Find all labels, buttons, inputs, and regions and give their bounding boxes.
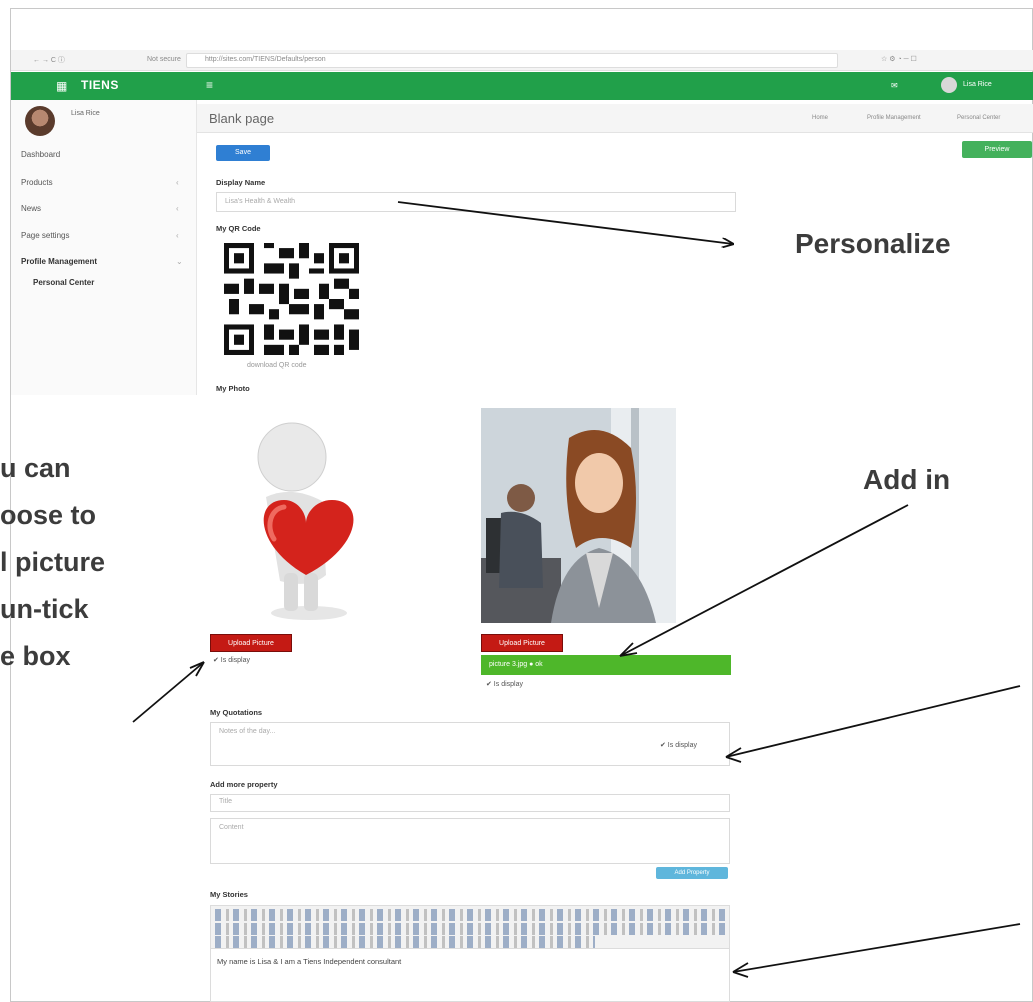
breadcrumb-personal: Personal Center <box>957 115 1001 121</box>
quotations-textarea[interactable]: Notes of the day... <box>210 722 730 766</box>
annotation-left-line-5: e box <box>0 641 71 671</box>
browser-nav-icons[interactable]: ← → C ⓘ <box>33 55 65 65</box>
sidebar-item-news[interactable]: News <box>21 204 41 213</box>
sidebar-item-page-settings[interactable]: Page settings <box>21 231 69 240</box>
uploaded-file-status: picture 3.jpg ● ok <box>481 655 731 675</box>
page-header: Blank page Home Profile Management Perso… <box>197 104 1033 133</box>
chevron-left-icon: ‹ <box>176 204 179 213</box>
woman-portrait-photo <box>481 408 676 623</box>
quotations-display-checkbox[interactable]: ✔ Is display <box>660 741 697 749</box>
is-display-checkbox-2[interactable]: ✔ Is display <box>486 680 523 688</box>
is-display-checkbox-1[interactable]: ✔ Is display <box>213 656 250 664</box>
display-name-input[interactable]: Lisa's Health & Wealth <box>216 192 736 212</box>
browser-toolbar: ← → C ⓘ Not secure http://sites.com/TIEN… <box>11 50 1033 71</box>
url-text: http://sites.com/TIENS/Defaults/person <box>205 56 326 63</box>
add-property-button[interactable]: Add Property <box>656 867 728 879</box>
annotation-left-line-4: un-tick <box>0 594 89 624</box>
editor-toolbar-row-3[interactable] <box>215 936 595 948</box>
address-bar[interactable]: Not secure http://sites.com/TIENS/Defaul… <box>147 53 838 68</box>
security-label: Not secure <box>147 56 181 63</box>
annotation-left-line-3: l picture <box>0 547 106 577</box>
property-title-input[interactable]: Title <box>210 794 730 812</box>
editor-toolbar-row-1[interactable] <box>215 909 725 921</box>
user-avatar-icon[interactable] <box>941 77 957 93</box>
save-button[interactable]: Save <box>216 145 270 161</box>
menu-icon[interactable]: ≡ <box>206 78 213 92</box>
stories-label: My Stories <box>210 890 248 899</box>
tiens-logo-icon: ▦ <box>56 79 68 93</box>
qr-code-label: My QR Code <box>216 224 261 233</box>
chevron-down-icon: ⌄ <box>176 257 183 266</box>
sidebar: Lisa Rice Dashboard Products ‹ News ‹ Pa… <box>11 100 197 395</box>
sidebar-item-profile-management[interactable]: Profile Management <box>21 257 97 266</box>
breadcrumb-profile[interactable]: Profile Management <box>867 115 921 121</box>
editor-toolbar-row-2[interactable] <box>215 923 725 935</box>
sidebar-user-name: Lisa Rice <box>71 110 100 117</box>
page-title: Blank page <box>209 111 275 126</box>
upload-picture-button-2[interactable]: Upload Picture <box>481 634 563 652</box>
chevron-left-icon: ‹ <box>176 178 179 187</box>
sidebar-item-personal-center[interactable]: Personal Center <box>33 278 94 287</box>
annotation-add-in: Add in <box>863 464 951 495</box>
heart-figure-photo <box>214 405 389 629</box>
chevron-left-icon: ‹ <box>176 231 179 240</box>
upload-picture-button-1[interactable]: Upload Picture <box>210 634 292 652</box>
stories-editor[interactable]: My name is Lisa & I am a Tiens Independe… <box>210 949 730 1002</box>
sidebar-avatar <box>25 106 55 136</box>
display-name-label: Display Name <box>216 178 266 187</box>
brand-name[interactable]: TIENS <box>81 78 119 92</box>
more-property-label: Add more property <box>210 780 278 789</box>
annotation-left-line-1: u can <box>0 453 71 483</box>
property-content-textarea[interactable]: Content <box>210 818 730 864</box>
sidebar-item-dashboard[interactable]: Dashboard <box>21 150 60 159</box>
editor-toolbar[interactable] <box>210 905 730 949</box>
quotations-label: My Quotations <box>210 708 263 717</box>
top-navbar: ▦ TIENS ≡ ✉ Lisa Rice <box>11 72 1033 100</box>
breadcrumb-home[interactable]: Home <box>812 115 828 121</box>
browser-action-icons[interactable]: ☆ ⚙ ◔ ─ ☐ <box>881 55 917 63</box>
download-qr-link[interactable]: download QR code <box>247 362 307 369</box>
annotation-personalize: Personalize <box>795 228 951 259</box>
preview-button[interactable]: Preview <box>962 141 1032 158</box>
qr-code-image <box>224 243 359 355</box>
sidebar-item-products[interactable]: Products <box>21 178 53 187</box>
annotation-left-line-2: oose to <box>0 500 97 530</box>
bell-icon[interactable]: ✉ <box>891 81 898 90</box>
topnav-user-name[interactable]: Lisa Rice <box>963 81 992 88</box>
my-photo-label: My Photo <box>216 384 250 393</box>
